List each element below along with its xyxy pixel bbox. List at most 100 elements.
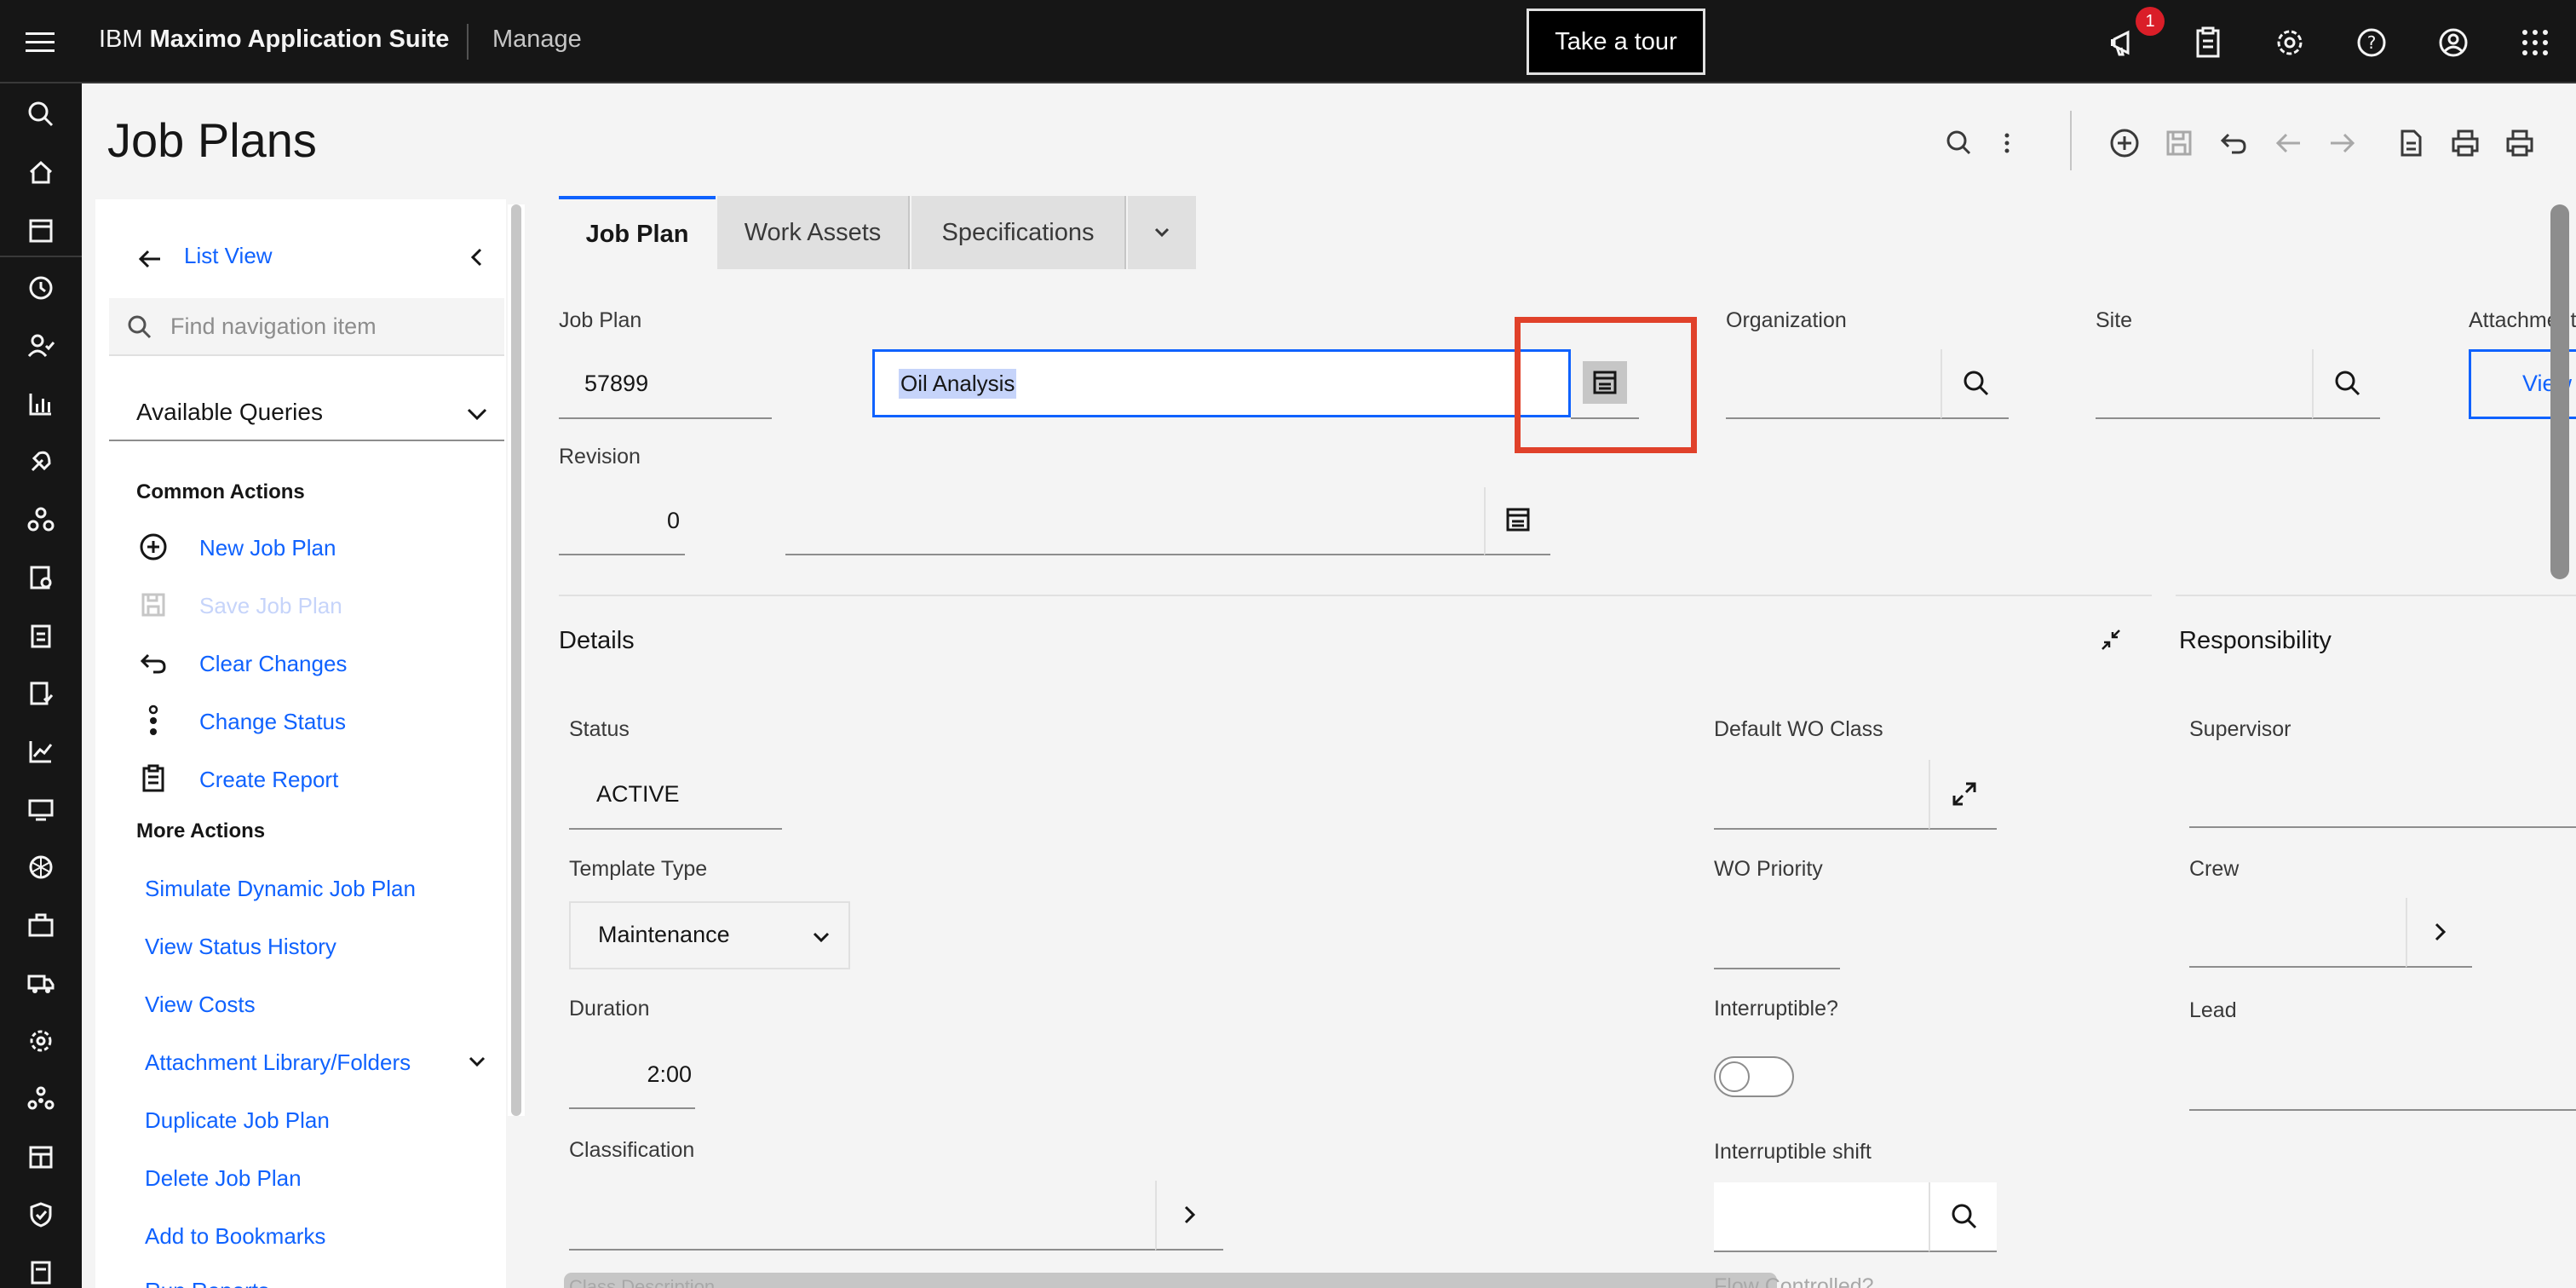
print-icon[interactable] (2447, 124, 2484, 162)
schedule-icon[interactable] (24, 1140, 58, 1174)
svg-text:?: ? (2367, 32, 2377, 53)
arrow-right-icon[interactable] (2324, 124, 2361, 162)
arrow-left-icon[interactable] (2269, 124, 2307, 162)
save-job-plan-action[interactable]: Save Job Plan (199, 593, 342, 619)
job-plan-label: Job Plan (559, 308, 642, 332)
user-check-icon[interactable] (24, 329, 58, 363)
search-document-icon[interactable] (24, 561, 58, 595)
search-icon (1952, 1204, 1977, 1229)
wo-priority-label: WO Priority (1714, 857, 1823, 881)
clipboard-icon[interactable] (2188, 22, 2228, 63)
search-icon[interactable] (24, 97, 58, 131)
organization-input[interactable] (1726, 349, 1941, 419)
add-circle-icon[interactable] (2106, 124, 2143, 162)
default-wo-class-expand-button[interactable] (1929, 760, 1997, 830)
home-icon[interactable] (24, 155, 58, 189)
search-icon (124, 312, 155, 342)
interruptible-shift-input[interactable] (1714, 1182, 1929, 1252)
view-status-history-action[interactable]: View Status History (145, 934, 336, 960)
chevron-down-icon[interactable] (462, 1046, 492, 1077)
view-costs-action[interactable]: View Costs (145, 992, 256, 1018)
status-input[interactable]: ACTIVE (569, 760, 782, 830)
tab-job-plan[interactable]: Job Plan (559, 196, 716, 269)
product-name: Manage (492, 26, 582, 53)
tab-work-assets[interactable]: Work Assets (717, 196, 910, 269)
search-icon[interactable] (1941, 124, 1978, 162)
add-to-bookmarks-action[interactable]: Add to Bookmarks (145, 1223, 325, 1250)
simulate-dynamic-job-plan-action[interactable]: Simulate Dynamic Job Plan (145, 876, 416, 902)
wo-priority-input[interactable] (1714, 901, 1840, 969)
minimize-icon[interactable] (2094, 624, 2128, 658)
tab-specifications[interactable]: Specifications (911, 196, 1126, 269)
calendar-icon[interactable] (24, 213, 58, 247)
app-switcher-icon[interactable] (2515, 22, 2556, 63)
notification-badge: 1 (2136, 7, 2165, 36)
crew-select-button[interactable] (2406, 898, 2472, 968)
sidenav-scrollbar[interactable] (511, 204, 521, 1116)
revision-description-input[interactable] (785, 487, 1484, 555)
organization-lookup-button[interactable] (1941, 349, 2009, 419)
classification-select-button[interactable] (1155, 1181, 1223, 1251)
default-wo-class-input[interactable] (1714, 760, 1929, 830)
list-view-link[interactable]: List View (184, 243, 273, 269)
available-queries-dropdown[interactable]: Available Queries (109, 388, 504, 441)
lead-input[interactable] (2189, 1041, 2576, 1111)
class-description-field: Class Description (564, 1273, 1777, 1288)
revision-input[interactable]: 0 (559, 487, 685, 555)
user-profile-icon[interactable] (2433, 22, 2474, 63)
collapse-chevron-icon[interactable] (460, 240, 494, 274)
brand-title[interactable]: IBM Maximo Application Suite (99, 26, 449, 54)
template-type-select[interactable]: Maintenance (569, 901, 850, 969)
supervisor-label: Supervisor (2189, 717, 2291, 741)
monitor-icon[interactable] (24, 792, 58, 826)
run-reports-action[interactable]: Run Reports (145, 1278, 269, 1288)
description-input[interactable]: Oil Analysis (872, 349, 1571, 417)
crew-input[interactable] (2189, 898, 2406, 968)
document-tasks-icon[interactable] (24, 676, 58, 710)
document-icon[interactable] (2392, 124, 2429, 162)
change-status-action[interactable]: Change Status (199, 709, 346, 735)
new-job-plan-action[interactable]: New Job Plan (199, 535, 336, 561)
duplicate-job-plan-action[interactable]: Duplicate Job Plan (145, 1107, 330, 1134)
site-input[interactable] (2096, 349, 2312, 419)
overflow-menu-icon[interactable] (1988, 124, 2026, 162)
site-lookup-button[interactable] (2312, 349, 2380, 419)
security-shield-icon[interactable] (24, 1198, 58, 1232)
integration-icon[interactable] (24, 1082, 58, 1116)
details-section-title: Details (559, 627, 635, 654)
nav-search-input[interactable]: Find navigation item (109, 298, 504, 356)
create-report-action[interactable]: Create Report (199, 767, 338, 793)
analytics-icon[interactable] (24, 387, 58, 421)
line-chart-icon[interactable] (24, 734, 58, 768)
network-icon[interactable] (24, 503, 58, 537)
admin-settings-icon[interactable] (24, 1024, 58, 1058)
menu-icon[interactable] (20, 24, 61, 61)
settings-gear-icon[interactable] (2269, 22, 2310, 63)
attachment-library-folders-action[interactable]: Attachment Library/Folders (145, 1049, 411, 1076)
recent-history-icon[interactable] (24, 271, 58, 305)
classification-input[interactable] (569, 1181, 1155, 1251)
interruptible-shift-lookup-button[interactable] (1929, 1182, 1997, 1252)
more-tabs-dropdown[interactable] (1128, 196, 1196, 269)
arrow-left-icon[interactable] (133, 242, 167, 276)
interruptible-toggle[interactable] (1714, 1056, 1794, 1097)
help-icon[interactable]: ? (2351, 22, 2392, 63)
revision-long-description-button[interactable] (1484, 487, 1550, 555)
job-plan-input[interactable]: 57899 (559, 349, 772, 419)
clipboard-list-icon[interactable] (24, 618, 58, 653)
duration-input[interactable]: 2:00 (569, 1041, 695, 1109)
main-scrollbar[interactable] (2550, 204, 2569, 579)
long-description-icon (1506, 508, 1530, 532)
clear-changes-action[interactable]: Clear Changes (199, 651, 347, 677)
supervisor-input[interactable] (2189, 760, 2576, 828)
delivery-truck-icon[interactable] (24, 966, 58, 1000)
report-document-icon[interactable] (24, 1256, 58, 1288)
print-preview-icon[interactable] (2501, 124, 2539, 162)
save-icon[interactable] (2160, 124, 2198, 162)
undo-icon[interactable] (2215, 124, 2252, 162)
take-tour-button[interactable]: Take a tour (1527, 9, 1705, 75)
asset-icon[interactable] (24, 850, 58, 884)
toolbox-icon[interactable] (24, 908, 58, 942)
rocket-icon[interactable] (24, 445, 58, 479)
delete-job-plan-action[interactable]: Delete Job Plan (145, 1165, 302, 1192)
